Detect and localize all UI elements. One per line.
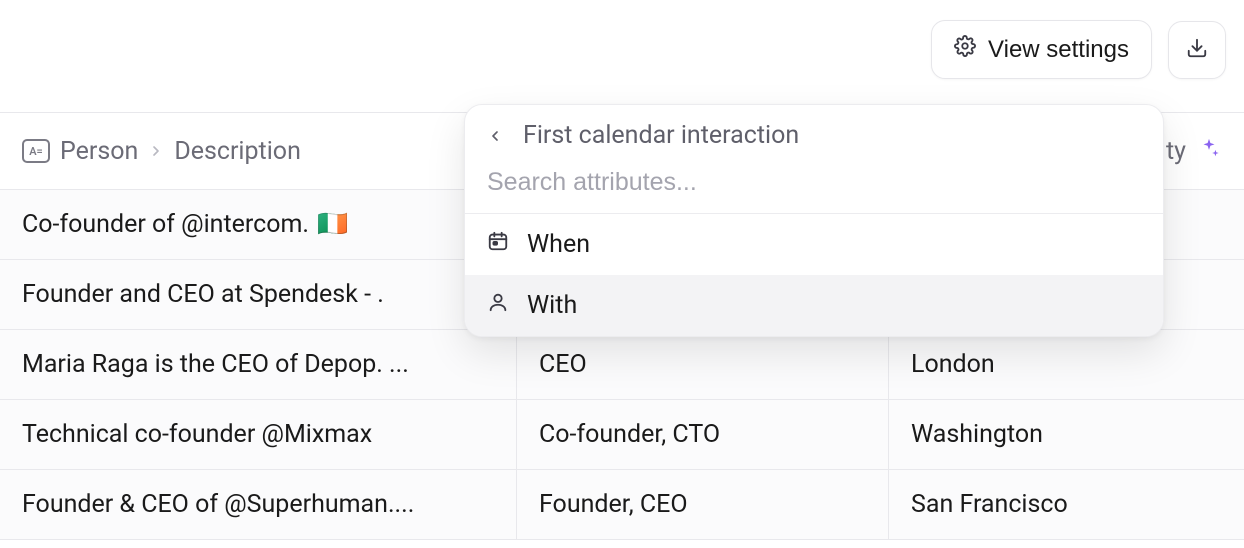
column-header-description-label: Description — [174, 137, 301, 166]
column-header-suffix: ty — [1166, 137, 1186, 166]
view-settings-button[interactable]: View settings — [931, 20, 1152, 79]
text-attribute-icon: A= — [22, 139, 50, 163]
column-header-description[interactable]: A= Person Description — [0, 113, 517, 189]
sparkle-icon — [1198, 137, 1220, 166]
flag-icon: 🇮🇪 — [317, 210, 348, 239]
back-button[interactable] — [487, 128, 503, 144]
cell-city: London — [889, 330, 1244, 399]
attribute-search[interactable] — [465, 166, 1163, 213]
view-settings-label: View settings — [988, 36, 1129, 64]
cell-description: Founder & CEO of @Superhuman.... — [0, 470, 517, 539]
cell-description: Founder and CEO at Spendesk - . — [0, 260, 517, 329]
cell-role: CEO — [517, 330, 889, 399]
cell-description: Maria Raga is the CEO of Depop. ... — [0, 330, 517, 399]
download-icon — [1186, 37, 1208, 62]
attribute-option-label: When — [527, 230, 590, 259]
cell-description: Co-founder of @intercom. 🇮🇪 — [0, 190, 517, 259]
person-icon — [487, 291, 509, 320]
calendar-icon — [487, 230, 509, 259]
column-header-person-label: Person — [60, 137, 138, 166]
table-row[interactable]: Technical co-founder @Mixmax Co-founder,… — [0, 400, 1244, 470]
chevron-right-icon — [148, 137, 164, 166]
attribute-option-with[interactable]: With — [465, 275, 1163, 336]
table-row[interactable]: Founder & CEO of @Superhuman.... Founder… — [0, 470, 1244, 540]
download-button[interactable] — [1168, 21, 1226, 79]
popover-title: First calendar interaction — [523, 121, 799, 150]
attribute-option-when[interactable]: When — [465, 214, 1163, 275]
attribute-picker-popover: First calendar interaction When With — [464, 104, 1164, 337]
cell-description: Technical co-founder @Mixmax — [0, 400, 517, 469]
table-row[interactable]: Maria Raga is the CEO of Depop. ... CEO … — [0, 330, 1244, 400]
cell-role: Founder, CEO — [517, 470, 889, 539]
cell-city: Washington — [889, 400, 1244, 469]
search-input[interactable] — [487, 168, 1141, 197]
cell-role: Co-founder, CTO — [517, 400, 889, 469]
gear-icon — [954, 35, 976, 64]
cell-city: San Francisco — [889, 470, 1244, 539]
attribute-option-label: With — [527, 291, 577, 320]
